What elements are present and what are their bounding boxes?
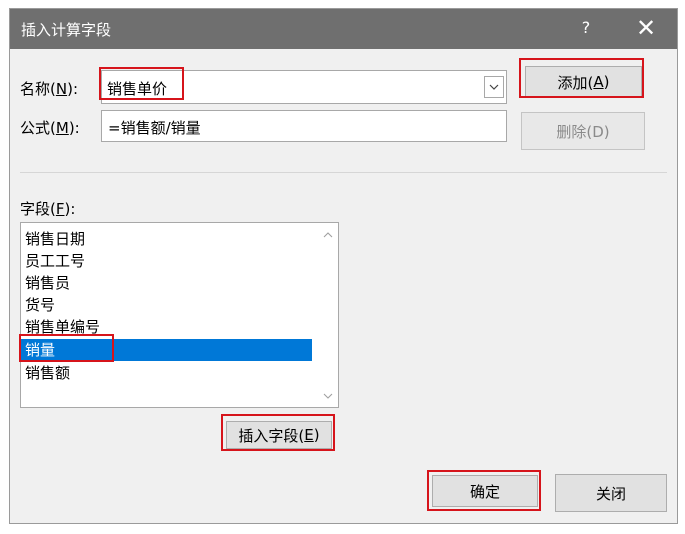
ok-button[interactable]: 确定 xyxy=(432,475,538,507)
close-icon[interactable]: ✕ xyxy=(634,13,658,43)
close-button[interactable]: 关闭 xyxy=(555,474,667,512)
title-bar[interactable]: 插入计算字段 ? ✕ xyxy=(10,9,677,49)
help-button[interactable]: ? xyxy=(576,18,596,37)
formula-label: 公式(M): xyxy=(20,119,80,137)
insert-field-button[interactable]: 插入字段(E) xyxy=(226,421,332,449)
dialog-title: 插入计算字段 xyxy=(21,21,112,39)
formula-field[interactable]: =销售额/销量 xyxy=(101,110,507,142)
list-item[interactable]: 销售日期 xyxy=(21,228,312,250)
list-item[interactable]: 销售员 xyxy=(21,272,312,294)
add-button[interactable]: 添加(A) xyxy=(525,66,642,98)
chevron-down-icon xyxy=(489,84,499,90)
list-item[interactable]: 货号 xyxy=(21,294,312,316)
list-item[interactable]: 销售单编号 xyxy=(21,316,312,338)
name-input[interactable]: 销售单价 xyxy=(107,78,167,99)
name-label: 名称(N): xyxy=(20,80,78,98)
list-item[interactable]: 销售额 xyxy=(21,362,312,384)
formula-input[interactable]: =销售额/销量 xyxy=(108,117,201,138)
insert-calculated-field-dialog: 插入计算字段 ? ✕ 名称(N): 销售单价 公式(M): =销售额/销量 添加… xyxy=(9,8,678,524)
scroll-down-icon[interactable] xyxy=(323,393,333,400)
list-item[interactable]: 员工工号 xyxy=(21,250,312,272)
list-scrollbar[interactable] xyxy=(318,223,338,407)
delete-button[interactable]: 删除(D) xyxy=(521,112,645,150)
separator xyxy=(20,172,667,173)
fields-list[interactable]: 销售日期 员工工号 销售员 货号 销售单编号 销量 销售额 xyxy=(20,222,339,408)
scroll-up-icon[interactable] xyxy=(323,231,333,238)
list-item-selected[interactable]: 销量 xyxy=(21,339,312,361)
dropdown-button[interactable] xyxy=(484,76,504,98)
fields-label: 字段(F): xyxy=(20,200,76,218)
name-combobox[interactable]: 销售单价 xyxy=(101,70,507,104)
